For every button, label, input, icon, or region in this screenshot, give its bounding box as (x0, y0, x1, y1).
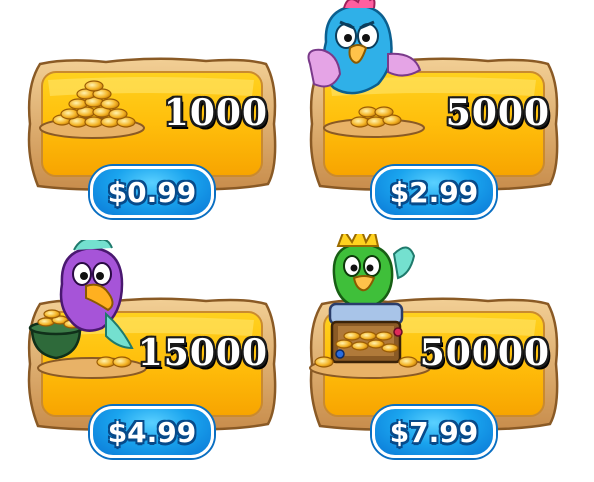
buy-price-button[interactable]: $0.99 (90, 166, 214, 218)
coin-pack-15000[interactable]: 15000 $4.99 (22, 240, 282, 458)
buy-price-button[interactable]: $2.99 (372, 166, 496, 218)
coin-pile-icon (39, 80, 145, 139)
buy-price-button[interactable]: $4.99 (90, 406, 214, 458)
coin-pack-50000[interactable]: 50000 $7.99 (304, 234, 564, 458)
coin-amount: 1000 (163, 92, 268, 134)
coin-amount: 15000 (137, 332, 268, 374)
purple-parrot-pot-icon (28, 240, 147, 379)
buy-price-button[interactable]: $7.99 (372, 406, 496, 458)
coin-pack-5000[interactable]: 5000 $2.99 (304, 0, 564, 218)
coin-amount: 50000 (419, 332, 550, 374)
coin-amount: 5000 (445, 92, 550, 134)
blue-parrot-coins-icon (307, 0, 425, 138)
coin-pack-1000[interactable]: 1000 $0.99 (22, 44, 282, 218)
green-parrot-treasure-chest-icon (309, 234, 431, 379)
